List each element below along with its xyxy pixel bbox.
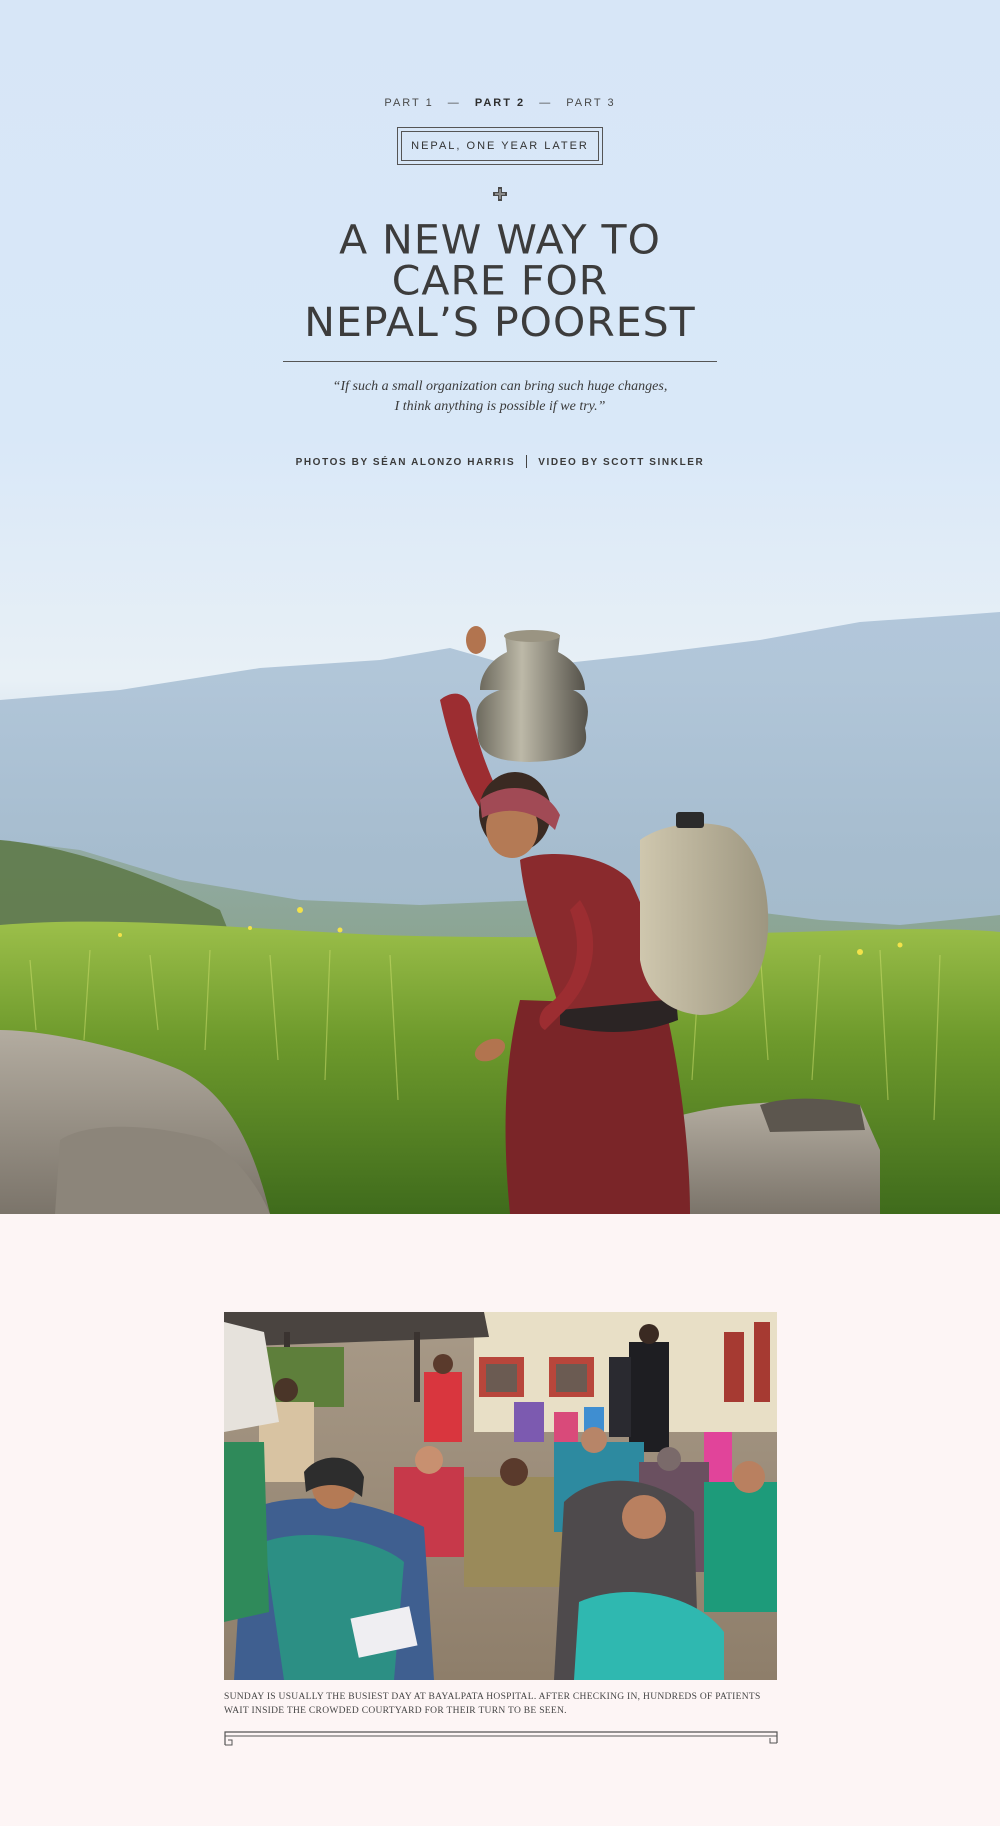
cross-ornament-icon	[493, 187, 507, 201]
photo-credit: PHOTOS BY SÉAN ALONZO HARRIS	[295, 457, 516, 468]
video-credit: VIDEO BY SCOTT SINKLER	[538, 457, 705, 468]
title-line-2: CARE FOR	[391, 257, 609, 305]
title-line-1: A NEW WAY TO	[339, 216, 661, 264]
page-title: A NEW WAY TO CARE FOR NEPAL’S POOREST	[0, 219, 1000, 342]
credits-divider	[526, 455, 528, 468]
credits: PHOTOS BY SÉAN ALONZO HARRIS VIDEO BY SCO…	[0, 455, 1000, 468]
part-3-link[interactable]: PART 3	[566, 97, 615, 109]
part-2-link[interactable]: PART 2	[475, 97, 525, 109]
parts-navigation: PART 1 — PART 2 — PART 3	[0, 97, 1000, 109]
hero-photo	[0, 612, 1000, 1214]
pull-quote-line-2: I think anything is possible if we try.”	[394, 399, 606, 414]
parts-separator: —	[539, 97, 553, 109]
caption-ornament-rule	[224, 1731, 778, 1746]
series-label: NEPAL, ONE YEAR LATER	[411, 140, 589, 152]
hero-section: PART 1 — PART 2 — PART 3 NEPAL, ONE YEAR…	[0, 0, 1000, 1214]
title-line-3: NEPAL’S POOREST	[304, 298, 696, 346]
part-1-link[interactable]: PART 1	[384, 97, 433, 109]
parts-separator: —	[447, 97, 461, 109]
title-divider	[283, 361, 717, 362]
series-label-box: NEPAL, ONE YEAR LATER	[397, 127, 603, 165]
pull-quote-line-1: “If such a small organization can bring …	[332, 379, 668, 394]
photo-caption: SUNDAY IS USUALLY THE BUSIEST DAY AT BAY…	[224, 1692, 761, 1716]
pull-quote: “If such a small organization can bring …	[0, 377, 1000, 417]
courtyard-photo	[224, 1312, 777, 1680]
